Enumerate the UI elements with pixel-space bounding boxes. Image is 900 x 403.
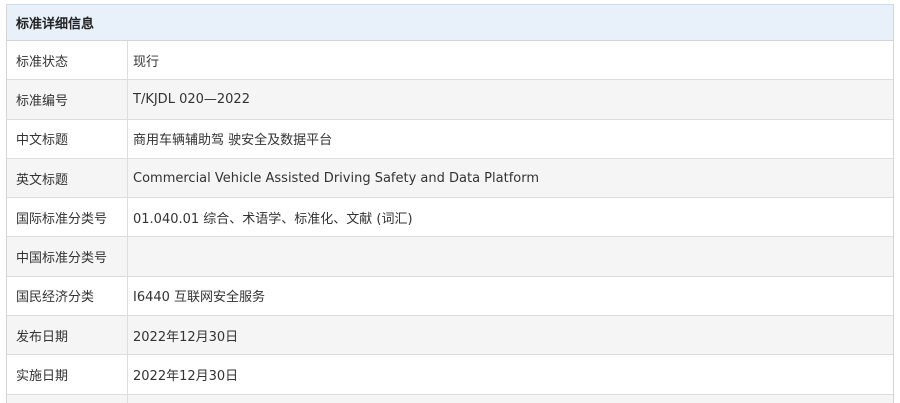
row-label: 英文标题	[7, 158, 128, 198]
row-value: Commercial Vehicle Assisted Driving Safe…	[133, 170, 540, 186]
table-row-publish-date: 发布日期 2022年12月30日	[7, 316, 893, 356]
row-value-empty	[128, 395, 893, 403]
panel-title: 标准详细信息	[7, 5, 893, 41]
row-value	[128, 237, 893, 275]
row-label: 中国标准分类号	[7, 237, 128, 276]
row-value: T/KJDL 020—2022	[133, 91, 250, 107]
row-label: 实施日期	[7, 355, 128, 394]
row-value: 01.040.01 综合、术语学、标准化、文献 (词汇)	[133, 211, 413, 227]
row-value: 2022年12月30日	[133, 369, 239, 385]
row-label: 国际标准分类号	[7, 198, 128, 237]
row-value: 2022年12月30日	[133, 329, 239, 345]
row-value: 商用车辆辅助驾 驶安全及数据平台	[133, 133, 333, 149]
row-value: 现行	[133, 54, 160, 70]
row-label-empty	[7, 394, 128, 403]
table-row-economic-class: 国民经济分类 I6440 互联网安全服务	[7, 276, 893, 317]
standard-details-panel: 标准详细信息 标准状态 现行 标准编号 T/KJDL 020—2022 中文标题…	[6, 4, 894, 403]
table-row-partial	[7, 394, 893, 403]
row-label: 标准状态	[7, 41, 128, 80]
row-label: 国民经济分类	[7, 276, 128, 316]
row-label: 标准编号	[7, 80, 128, 119]
table-row-number: 标准编号 T/KJDL 020—2022	[7, 80, 893, 120]
row-value: I6440 互联网安全服务	[133, 290, 266, 306]
row-label: 发布日期	[7, 316, 128, 355]
table-row-english-title: 英文标题 Commercial Vehicle Assisted Driving…	[7, 158, 893, 199]
table-row-chinese-title: 中文标题 商用车辆辅助驾 驶安全及数据平台	[7, 119, 893, 159]
table-row-ccs: 中国标准分类号	[7, 237, 893, 277]
table-row-status: 标准状态 现行	[7, 41, 893, 81]
row-label: 中文标题	[7, 119, 128, 158]
table-row-ics: 国际标准分类号 01.040.01 综合、术语学、标准化、文献 (词汇)	[7, 198, 893, 238]
table-row-effective-date: 实施日期 2022年12月30日	[7, 355, 893, 395]
